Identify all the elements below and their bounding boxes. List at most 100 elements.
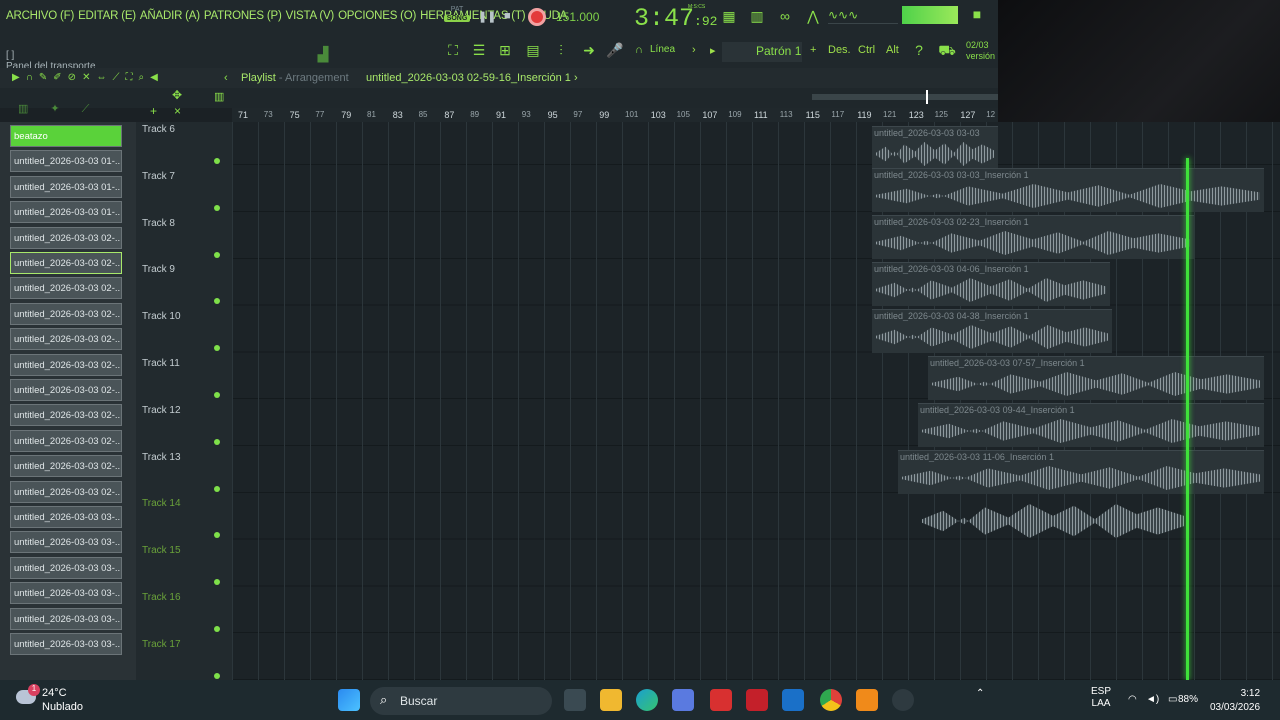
tray-chevron-icon[interactable]: ⌃	[976, 688, 984, 699]
browser-file-item[interactable]: untitled_2026-03-03 02-...	[10, 277, 122, 300]
browser-file-item[interactable]: untitled_2026-03-03 02-...	[10, 404, 122, 427]
browser-link-icon[interactable]: ⟋	[82, 103, 112, 115]
move-icon[interactable]: ✥	[172, 88, 182, 102]
delete-icon[interactable]: ⊘	[68, 72, 82, 83]
alt-button[interactable]: Alt	[886, 44, 899, 56]
taskbar-clock[interactable]: 3:12 03/03/2026	[1210, 687, 1260, 715]
menu-opciones[interactable]: OPCIONES (O)	[338, 10, 416, 22]
pencil-icon[interactable]: ✎	[39, 72, 53, 83]
track-label[interactable]: Track 6	[142, 124, 175, 135]
browser-file-item[interactable]: untitled_2026-03-03 02-...	[10, 429, 122, 452]
browser-file-item[interactable]: untitled_2026-03-03 03-...	[10, 582, 122, 605]
playhead[interactable]	[1186, 158, 1189, 680]
browser-file-item[interactable]: untitled_2026-03-03 02-...	[10, 455, 122, 478]
add-pattern-button[interactable]: +	[810, 44, 816, 56]
menu-vista[interactable]: VISTA (V)	[286, 10, 335, 22]
track-active-indicator[interactable]	[214, 532, 220, 539]
browser-file-item[interactable]: untitled_2026-03-03 02-...	[10, 252, 122, 274]
audio-clip[interactable]: untitled_2026-03-03 04-06_Inserción 1	[872, 262, 1110, 306]
track-label[interactable]: Track 7	[142, 171, 175, 182]
playlist-icon[interactable]: ☰	[470, 42, 488, 60]
language-indicator[interactable]: ESP LAA	[1086, 686, 1116, 710]
audio-clip[interactable]: untitled_2026-03-03 07-57_Inserción 1	[928, 356, 1264, 400]
track-active-indicator[interactable]	[214, 392, 220, 398]
timeline-ruler[interactable]: 71 73 75 77 79 81 83 85 87 89 91 93 95 97 99 101 103 105 1…	[232, 108, 998, 122]
audio-clip[interactable]: untitled_2026-03-03 03-03_Inserción 1	[872, 168, 1264, 212]
playlist-grid[interactable]: untitled_2026-03-03 03-03 untitled_2026-0…	[232, 122, 1280, 680]
windows-start-icon[interactable]	[338, 689, 360, 711]
browser-file-item[interactable]: untitled_2026-03-03 03-...	[10, 556, 122, 579]
record-button[interactable]	[528, 8, 546, 26]
track-label[interactable]: Track 10	[142, 311, 181, 322]
snap-icon[interactable]: ⛶	[444, 42, 462, 60]
menu-anadir[interactable]: AÑADIR (A)	[140, 10, 200, 22]
audio-clip[interactable]: untitled_2026-03-03 09-44_Inserción 1	[918, 403, 1264, 447]
snap-mode[interactable]: Línea	[650, 44, 675, 55]
mcafee-icon[interactable]	[746, 689, 768, 711]
track-label[interactable]: Track 16	[142, 592, 181, 603]
ctrl-button[interactable]: Ctrl	[858, 44, 875, 56]
stop-icon[interactable]: ■	[504, 10, 511, 22]
playlist-arrow-icon[interactable]: ‹	[224, 72, 228, 84]
track-label[interactable]: Track 17	[142, 639, 181, 650]
track-active-indicator[interactable]	[214, 158, 220, 164]
playlist-selection-name[interactable]: untitled_2026-03-03 02-59-16_Inserción 1…	[366, 72, 578, 84]
arrow-right-icon[interactable]: ➜	[580, 42, 598, 60]
volume-icon[interactable]: ◄)	[1146, 694, 1159, 705]
mute-icon[interactable]: ✕	[82, 72, 96, 83]
wait-icon[interactable]: ∞	[776, 8, 794, 26]
file-explorer-icon[interactable]	[600, 689, 622, 711]
tempo-display[interactable]: 151.000	[556, 10, 599, 24]
play-icon[interactable]: ▶	[12, 72, 26, 83]
browser-file-item[interactable]: untitled_2026-03-03 02-...	[10, 302, 122, 325]
fl-studio-icon[interactable]	[856, 689, 878, 711]
browser-star-icon[interactable]: ✦	[50, 103, 81, 115]
browser-file-item[interactable]: untitled_2026-03-03 03-...	[10, 531, 122, 554]
track-active-indicator[interactable]	[214, 251, 220, 258]
menu-editar[interactable]: EDITAR (E)	[78, 10, 136, 22]
pat-song-toggle[interactable]: PAT SONG	[444, 6, 470, 32]
horizontal-scrollbar[interactable]	[812, 94, 998, 100]
browser-file-item[interactable]: untitled_2026-03-03 02-...	[10, 328, 122, 351]
browser-file-item[interactable]: untitled_2026-03-03 03-...	[10, 506, 122, 528]
paint-icon[interactable]: ✐	[53, 72, 67, 83]
menu-archivo[interactable]: ARCHIVO (F)	[6, 10, 74, 22]
app-red-icon[interactable]	[710, 689, 732, 711]
menu-patrones[interactable]: PATRONES (P)	[204, 10, 282, 22]
track-active-indicator[interactable]	[214, 672, 220, 679]
pause-icon[interactable]: ❚❚	[478, 10, 496, 23]
store-icon[interactable]	[672, 689, 694, 711]
wifi-icon[interactable]: ◠	[1128, 694, 1137, 705]
audio-clip-waveform-only[interactable]	[918, 498, 1188, 542]
cart-icon[interactable]: ⛟	[938, 42, 956, 60]
playlist-arrangement[interactable]: Arrangement	[285, 72, 349, 84]
grid-icon[interactable]: ▥	[214, 90, 224, 103]
track-active-indicator[interactable]	[214, 345, 220, 352]
snap-arrow-icon[interactable]: ›	[692, 44, 696, 56]
speaker-icon[interactable]: ◀	[150, 72, 164, 83]
chrome-icon[interactable]	[820, 689, 842, 711]
browser-file-item[interactable]: untitled_2026-03-03 01-...	[10, 201, 122, 224]
add-track-icon[interactable]: +	[150, 104, 157, 118]
settings-gear-icon[interactable]	[892, 689, 914, 711]
battery-icon[interactable]: ▭	[1168, 694, 1177, 705]
magnet-icon[interactable]: ∩	[630, 44, 648, 62]
browser-file-item[interactable]: untitled_2026-03-03 03-...	[10, 607, 122, 630]
track-active-indicator[interactable]	[214, 298, 220, 305]
select-icon[interactable]: ⛶	[125, 72, 138, 83]
audio-clip[interactable]: untitled_2026-03-03 03-03	[872, 126, 998, 170]
headphones-icon[interactable]: ∩	[26, 72, 39, 83]
track-label[interactable]: Track 15	[142, 545, 181, 556]
pattern-selector[interactable]: Patrón 1	[722, 42, 802, 62]
track-active-indicator[interactable]	[214, 204, 220, 211]
track-label[interactable]: Track 12	[142, 405, 181, 416]
slice-icon[interactable]: ⟋	[112, 72, 125, 83]
browser-file-item[interactable]: untitled_2026-03-03 02-...	[10, 353, 122, 376]
zoom-icon[interactable]: ⌕	[138, 72, 150, 83]
audio-clip[interactable]: untitled_2026-03-03 02-23_Inserción 1	[872, 215, 1194, 259]
track-label[interactable]: Track 13	[142, 452, 181, 463]
slip-icon[interactable]: ⇔	[96, 72, 112, 83]
browser-file-item[interactable]: untitled_2026-03-03 03-...	[10, 633, 122, 655]
close-icon[interactable]: ×	[174, 104, 181, 118]
microphone-icon[interactable]: 🎤	[606, 42, 624, 60]
